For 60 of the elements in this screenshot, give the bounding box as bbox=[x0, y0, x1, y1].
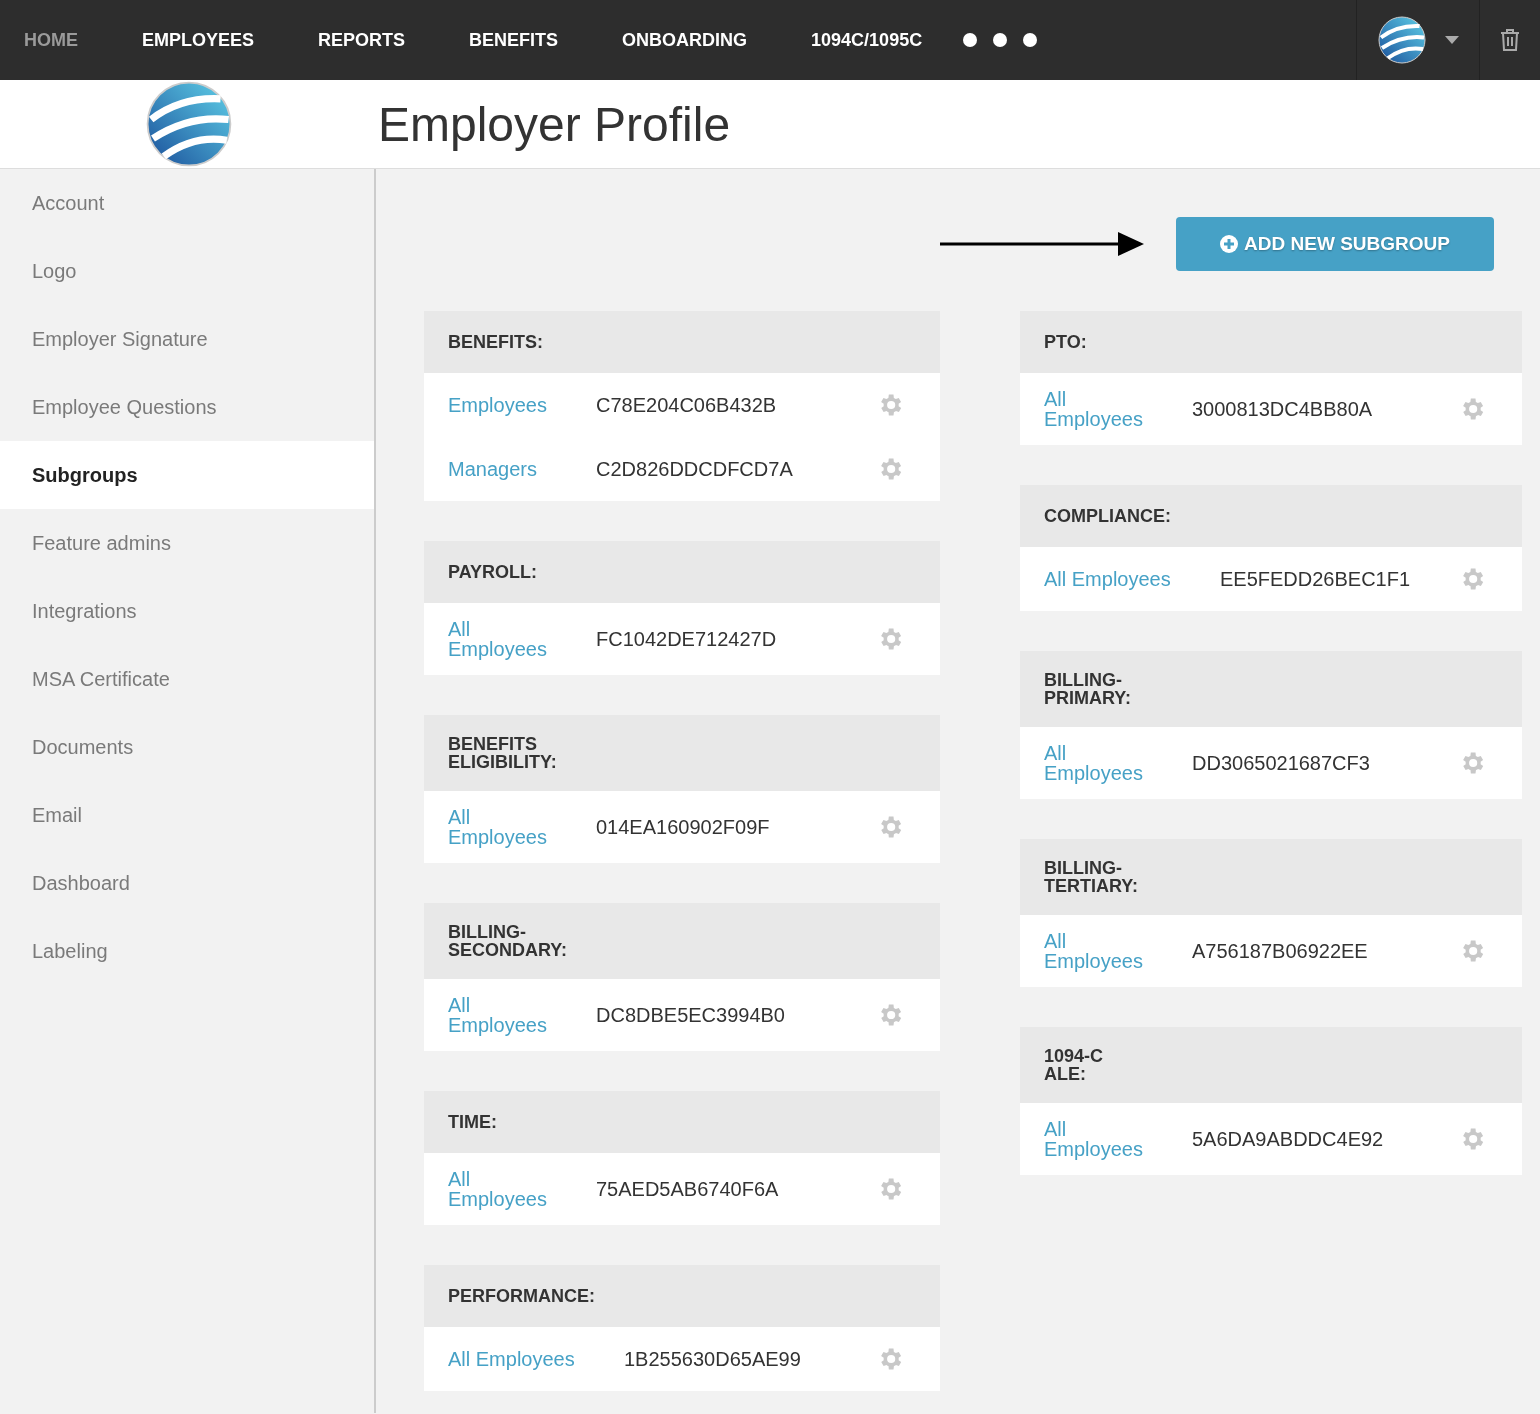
subgroup-heading: BENEFITS: bbox=[424, 311, 940, 373]
subgroup-heading: BILLING- TERTIARY: bbox=[1020, 839, 1522, 915]
nav-link[interactable]: 1094C/1095C bbox=[811, 29, 923, 51]
subgroup-code: 3000813DC4BB80A bbox=[1192, 397, 1374, 421]
add-subgroup-button[interactable]: ADD NEW SUBGROUP bbox=[1176, 217, 1494, 271]
sidebar-item[interactable]: MSA Certificate bbox=[0, 645, 374, 713]
nav-link[interactable]: BENEFITS bbox=[469, 29, 559, 51]
subgroup-heading: PERFORMANCE: bbox=[424, 1265, 940, 1327]
subgroup-link[interactable]: All Employees bbox=[1044, 569, 1192, 589]
caret-icon[interactable] bbox=[1445, 36, 1459, 44]
subgroup-link[interactable]: All Employees bbox=[448, 995, 596, 1035]
avatar-icon bbox=[1377, 15, 1427, 65]
subgroup-code: EE5FEDD26BEC1F1 bbox=[1219, 567, 1412, 591]
subgroup-code: 5A6DA9ABDDC4E92 bbox=[1192, 1127, 1385, 1151]
subgroup-code: A756187B06922EE bbox=[1192, 939, 1369, 963]
subgroup-link[interactable]: Managers bbox=[448, 459, 596, 479]
subgroup-heading: BENEFITS ELIGIBILITY: bbox=[424, 715, 940, 791]
subgroup-code: FC1042DE712427D bbox=[596, 627, 778, 651]
subgroup-code: C78E204C06B432B bbox=[596, 393, 778, 417]
sidebar-item[interactable]: Integrations bbox=[0, 577, 374, 645]
trash-icon[interactable] bbox=[1500, 29, 1520, 51]
subgroup-code: DD3065021687CF3 bbox=[1192, 751, 1371, 775]
subgroup-heading: 1094-C ALE: bbox=[1020, 1027, 1522, 1103]
subgroup-link[interactable]: All Employees bbox=[448, 1349, 596, 1369]
subgroup-heading: PTO: bbox=[1020, 311, 1522, 373]
nav-link[interactable]: REPORTS bbox=[318, 29, 406, 51]
subgroup-link[interactable]: All Employees bbox=[1044, 389, 1192, 429]
subgroup-heading: PAYROLL: bbox=[424, 541, 940, 603]
subgroup-code: 014EA160902F09F bbox=[596, 815, 771, 839]
subgroup-link[interactable]: All Employees bbox=[1044, 743, 1192, 783]
subgroup-link[interactable]: All Employees bbox=[1044, 931, 1192, 971]
sidebar-item[interactable]: Documents bbox=[0, 713, 374, 781]
page-title: Employer Profile bbox=[378, 96, 731, 152]
sidebar-item[interactable]: Employer Signature bbox=[0, 305, 374, 373]
nav-link[interactable]: ONBOARDING bbox=[622, 29, 748, 51]
subgroup-code: 75AED5AB6740F6A bbox=[596, 1177, 780, 1201]
sidebar-item[interactable]: Account bbox=[0, 169, 374, 237]
sidebar-item[interactable]: Feature admins bbox=[0, 509, 374, 577]
sidebar-item[interactable]: Email bbox=[0, 781, 374, 849]
subgroup-code: C2D826DDCDFCD7A bbox=[596, 457, 794, 481]
sidebar-item[interactable]: Employee Questions bbox=[0, 373, 374, 441]
subgroup-heading: TIME: bbox=[424, 1091, 940, 1153]
arrow-icon bbox=[940, 231, 1144, 257]
sidebar-item[interactable]: Logo bbox=[0, 237, 374, 305]
subgroup-link[interactable]: All Employees bbox=[1044, 1119, 1192, 1159]
subgroup-link[interactable]: All Employees bbox=[448, 807, 596, 847]
sidebar-item[interactable]: Labeling bbox=[0, 917, 374, 985]
subgroup-code: DC8DBE5EC3994B0 bbox=[596, 1003, 786, 1027]
subgroup-heading: BILLING- PRIMARY: bbox=[1020, 651, 1522, 727]
subgroup-heading: COMPLIANCE: bbox=[1020, 485, 1522, 547]
sidebar-item[interactable]: Subgroups bbox=[0, 441, 374, 509]
more-icon[interactable] bbox=[962, 32, 1039, 48]
subgroup-link[interactable]: All Employees bbox=[448, 619, 596, 659]
subgroup-link[interactable]: All Employees bbox=[448, 1169, 596, 1209]
subgroup-heading: BILLING- SECONDARY: bbox=[424, 903, 940, 979]
plus-circle-icon bbox=[1220, 235, 1239, 253]
sidebar-item[interactable]: Dashboard bbox=[0, 849, 374, 917]
nav-link[interactable]: EMPLOYEES bbox=[142, 29, 255, 51]
subgroup-code: 1B255630D65AE99 bbox=[623, 1347, 802, 1371]
subgroup-link[interactable]: Employees bbox=[448, 395, 596, 415]
